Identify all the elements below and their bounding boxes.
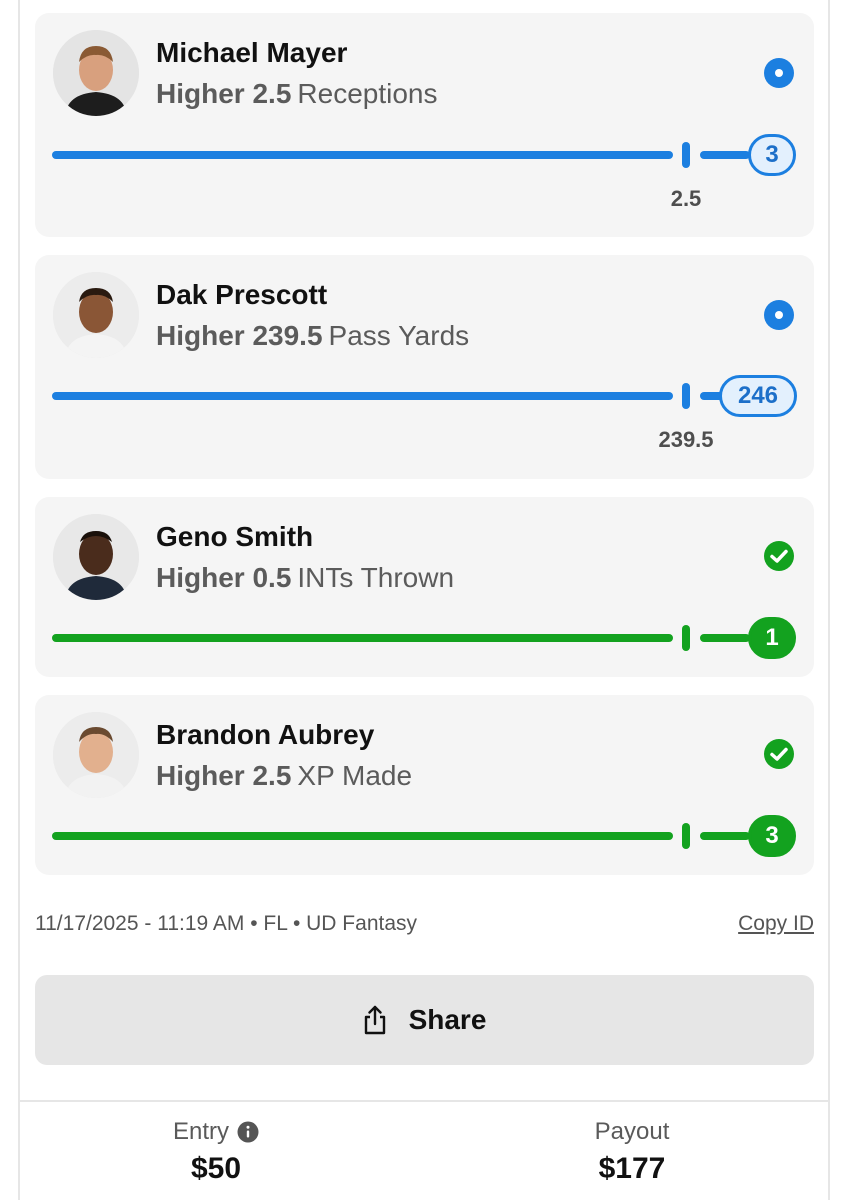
pick-card[interactable]: Brandon Aubrey Higher 2.5 XP Made 3: [35, 695, 814, 875]
pick-stat: INTs Thrown: [297, 562, 455, 593]
player-avatar: [53, 30, 139, 116]
line-tick-label: 239.5: [658, 427, 714, 452]
payout-value: $177: [598, 1152, 666, 1185]
pick-card[interactable]: Michael Mayer Higher 2.5 Receptions 3 2.5: [35, 13, 814, 237]
pick-line: Higher 0.5 INTs Thrown: [156, 562, 454, 594]
line-marker: [682, 625, 690, 651]
progress-track: [52, 151, 673, 159]
pick-direction: Higher: [156, 78, 245, 109]
footer-divider: [18, 1100, 830, 1102]
pick-direction: Higher: [156, 760, 245, 791]
share-label: Share: [408, 1004, 487, 1035]
pick-card[interactable]: Dak Prescott Higher 239.5 Pass Yards 246 …: [35, 255, 814, 479]
pick-line-value: 2.5: [252, 78, 292, 109]
player-name: Michael Mayer: [156, 37, 348, 68]
line-marker: [682, 823, 690, 849]
pick-stat: Pass Yards: [328, 320, 470, 351]
pick-line-value: 239.5: [252, 320, 323, 351]
progress-track: [52, 392, 673, 400]
progress-track: [52, 832, 673, 840]
pick-direction: Higher: [156, 320, 245, 351]
frame-border-right: [828, 0, 830, 1200]
pick-stat: Receptions: [297, 78, 438, 109]
pick-line: Higher 2.5 Receptions: [156, 78, 438, 110]
result-pill: 3: [748, 815, 796, 857]
player-avatar: [53, 514, 139, 600]
line-marker: [682, 142, 690, 168]
progress-track-tail: [700, 634, 750, 642]
result-pill: 246: [719, 375, 797, 417]
entry-label-row: Entry: [173, 1118, 259, 1146]
frame-border-left: [18, 0, 20, 1200]
pick-line-value: 0.5: [252, 562, 292, 593]
player-name: Brandon Aubrey: [156, 719, 375, 750]
progress-track: [52, 634, 673, 642]
info-icon[interactable]: [237, 1121, 259, 1143]
share-button[interactable]: Share: [35, 975, 814, 1065]
progress-track-tail: [700, 151, 750, 159]
pick-card[interactable]: Geno Smith Higher 0.5 INTs Thrown 1: [35, 497, 814, 677]
line-marker: [682, 383, 690, 409]
entry-summary: Entry $50: [66, 1118, 366, 1186]
line-tick-label: 2.5: [670, 186, 702, 211]
entry-meta-row: 11/17/2025 - 11:19 AM • FL • UD Fantasy …: [35, 912, 814, 940]
live-dot-icon: [763, 299, 795, 331]
progress-track-tail: [700, 832, 750, 840]
payout-summary: Payout $177: [482, 1118, 782, 1186]
payout-label: Payout: [594, 1118, 670, 1145]
entry-label: Entry: [172, 1118, 229, 1145]
pick-line: Higher 2.5 XP Made: [156, 760, 412, 792]
player-name: Dak Prescott: [156, 279, 328, 310]
entry-timestamp: 11/17/2025 - 11:19 AM • FL • UD Fantasy: [35, 912, 418, 935]
live-dot-icon: [763, 57, 795, 89]
pick-line: Higher 239.5 Pass Yards: [156, 320, 469, 352]
check-circle-icon: [763, 738, 795, 770]
result-pill: 3: [748, 134, 796, 176]
pick-line-value: 2.5: [252, 760, 292, 791]
player-avatar: [53, 272, 139, 358]
player-name: Geno Smith: [156, 521, 314, 552]
player-avatar: [53, 712, 139, 798]
share-icon: [364, 1005, 385, 1035]
check-circle-icon: [763, 540, 795, 572]
copy-id-link[interactable]: Copy ID: [738, 912, 814, 936]
pick-direction: Higher: [156, 562, 245, 593]
entry-value: $50: [190, 1152, 242, 1185]
result-pill: 1: [748, 617, 796, 659]
pick-stat: XP Made: [297, 760, 413, 791]
